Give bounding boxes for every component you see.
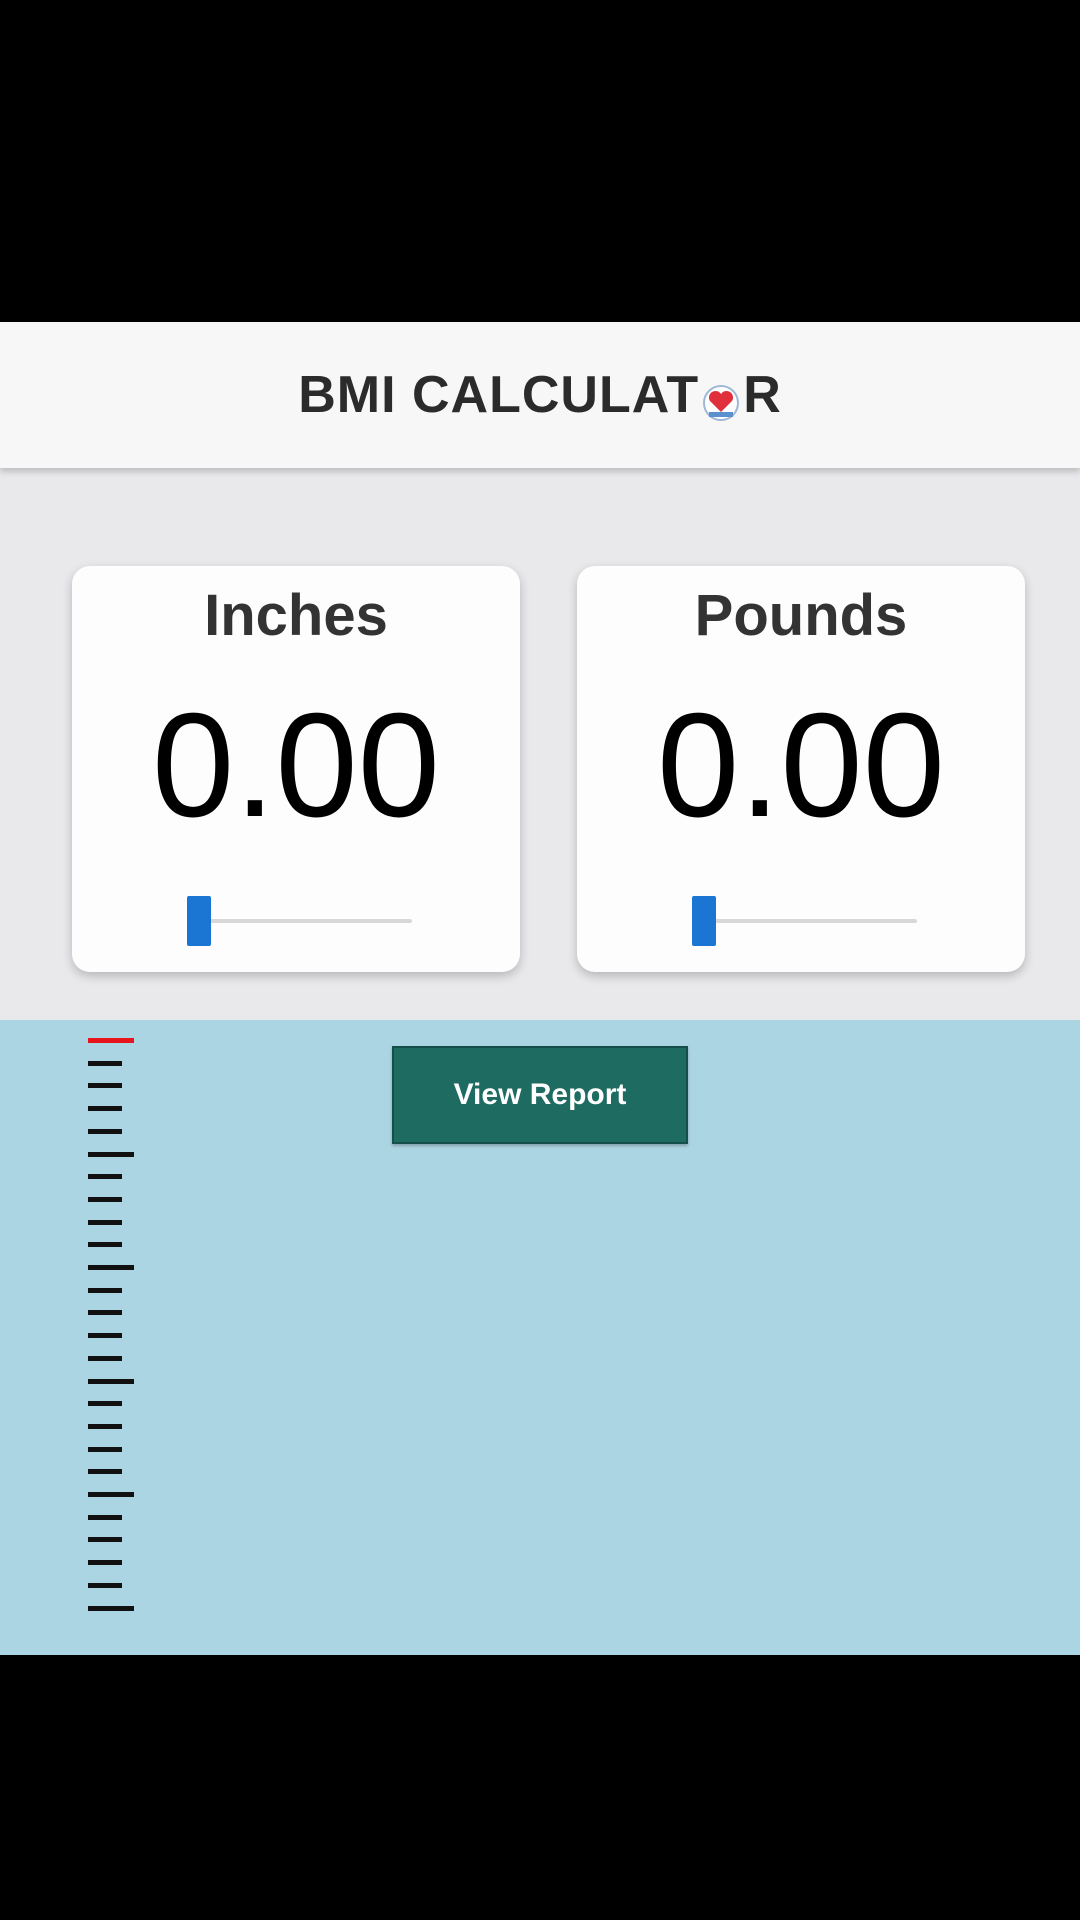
weight-value: 0.00	[656, 683, 946, 848]
title-text-end: R	[743, 366, 782, 424]
ruler-tick	[88, 1196, 122, 1202]
weight-slider[interactable]	[692, 896, 917, 946]
height-value: 0.00	[151, 683, 441, 848]
ruler-tick	[88, 1333, 122, 1339]
ruler-tick	[88, 1310, 122, 1316]
input-area: Inches 0.00 Pounds 0.00	[0, 468, 1080, 1020]
ruler-tick	[88, 1219, 122, 1225]
ruler-tick	[88, 1560, 122, 1566]
ruler-tick	[88, 1605, 134, 1611]
bmi-scale-ruler	[88, 1038, 138, 1618]
ruler-tick	[88, 1469, 122, 1475]
ruler-tick	[88, 1265, 134, 1270]
ruler-tick	[88, 1287, 122, 1293]
ruler-tick	[88, 1083, 122, 1089]
height-slider-thumb[interactable]	[187, 896, 211, 946]
height-slider-track[interactable]	[187, 919, 412, 923]
ruler-tick	[88, 1514, 122, 1520]
height-slider[interactable]	[187, 896, 412, 946]
weight-slider-thumb[interactable]	[692, 896, 716, 946]
ruler-tick	[88, 1446, 122, 1452]
ruler-tick	[88, 1355, 122, 1361]
ruler-tick	[88, 1401, 122, 1407]
weight-unit-label: Pounds	[694, 583, 908, 648]
app-screen: BMI CALCULAT R Inches 0.00 Pounds 0.00 V…	[0, 322, 1080, 1655]
ruler-tick	[88, 1128, 122, 1134]
ruler-tick	[88, 1537, 122, 1543]
ruler-tick	[88, 1174, 122, 1180]
view-report-button[interactable]: View Report	[392, 1046, 688, 1144]
result-area: View Report	[0, 1020, 1080, 1655]
ruler-tick	[88, 1492, 134, 1497]
page-title: BMI CALCULAT R	[298, 365, 782, 425]
height-card: Inches 0.00	[72, 566, 520, 972]
height-unit-label: Inches	[204, 583, 388, 648]
ruler-tick	[88, 1378, 134, 1384]
heart-scale-icon	[701, 375, 741, 421]
title-text-start: BMI CALCULAT	[298, 366, 700, 424]
ruler-tick	[88, 1060, 122, 1066]
weight-card: Pounds 0.00	[577, 566, 1025, 972]
app-header: BMI CALCULAT R	[0, 322, 1080, 468]
weight-slider-track[interactable]	[692, 919, 917, 923]
ruler-tick	[88, 1151, 134, 1157]
ruler-tick	[88, 1106, 122, 1112]
ruler-marker	[88, 1038, 134, 1043]
ruler-tick	[88, 1242, 122, 1248]
ruler-tick	[88, 1423, 122, 1429]
ruler-tick	[88, 1582, 122, 1588]
